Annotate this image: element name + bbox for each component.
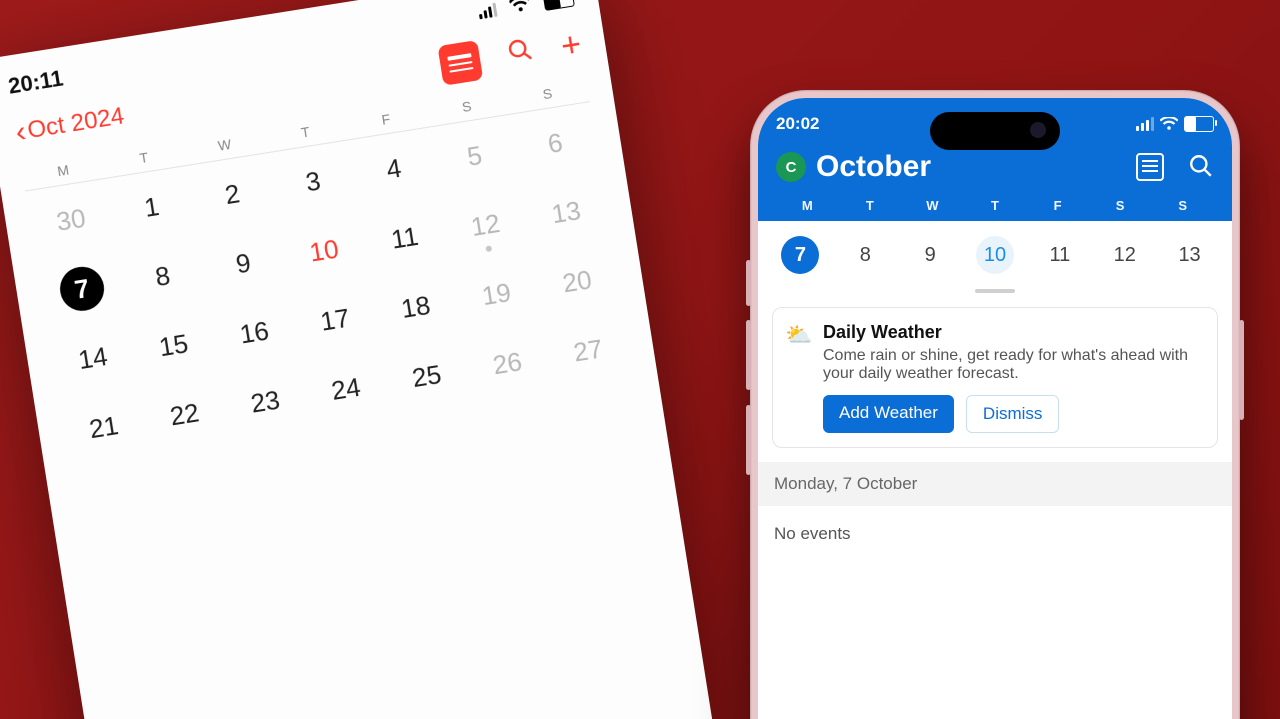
calendar-day[interactable]: 20 bbox=[531, 240, 623, 322]
calendar-day[interactable]: 10 bbox=[278, 210, 370, 292]
calendar-day[interactable]: 4 bbox=[348, 128, 440, 210]
battery-icon bbox=[543, 0, 575, 11]
calendar-day[interactable]: 27 bbox=[542, 309, 634, 391]
add-event-button[interactable]: + bbox=[558, 25, 584, 67]
search-button[interactable] bbox=[505, 35, 536, 72]
outlook-date-strip[interactable]: 78910111213 bbox=[758, 221, 1232, 283]
calendar-day[interactable]: 23 bbox=[219, 361, 311, 443]
calendar-day[interactable]: 15 bbox=[128, 304, 220, 386]
calendar-day[interactable]: 1 bbox=[106, 166, 198, 248]
card-body: Come rain or shine, get ready for what's… bbox=[823, 347, 1203, 383]
signal-icon bbox=[478, 3, 498, 20]
weekday: T bbox=[964, 198, 1027, 213]
volume-down-button bbox=[746, 405, 751, 475]
calendar-day[interactable]: 7 bbox=[36, 248, 128, 330]
ios-time: 20:11 bbox=[7, 65, 65, 99]
month-title[interactable]: October bbox=[816, 150, 931, 184]
calendar-day[interactable]: 19 bbox=[451, 253, 543, 335]
date-cell[interactable]: 9 bbox=[898, 235, 963, 275]
calendar-day[interactable]: 18 bbox=[370, 266, 462, 348]
date-cell[interactable]: 12 bbox=[1092, 235, 1157, 275]
dynamic-island bbox=[930, 112, 1060, 150]
calendar-day[interactable]: 26 bbox=[462, 322, 554, 404]
calendar-day[interactable]: 12 bbox=[440, 184, 532, 266]
weekday: F bbox=[1026, 198, 1089, 213]
ios-calendar-screenshot: 20:11 ‹ Oct 2024 + M bbox=[0, 0, 714, 719]
wifi-icon bbox=[1160, 117, 1178, 131]
day-section-header: Monday, 7 October bbox=[758, 462, 1232, 506]
calendar-day[interactable]: 9 bbox=[197, 222, 289, 304]
calendar-day[interactable]: 13 bbox=[520, 171, 612, 253]
date-cell[interactable]: 11 bbox=[1027, 235, 1092, 275]
calendar-day[interactable]: 24 bbox=[300, 348, 392, 430]
account-avatar[interactable]: C bbox=[776, 152, 806, 182]
agenda-view-button[interactable] bbox=[1136, 153, 1164, 181]
date-cell[interactable]: 8 bbox=[833, 235, 898, 275]
weekday: W bbox=[901, 198, 964, 213]
signal-icon bbox=[1136, 117, 1154, 131]
calendar-day[interactable]: 25 bbox=[381, 335, 473, 417]
weekday: S bbox=[1089, 198, 1152, 213]
ios-status-icons bbox=[469, 0, 575, 26]
wifi-icon bbox=[509, 0, 538, 19]
list-view-button[interactable] bbox=[438, 40, 484, 86]
weekday: S bbox=[1151, 198, 1214, 213]
weather-icon: ⛅ bbox=[785, 322, 812, 348]
calendar-day[interactable]: 17 bbox=[289, 279, 381, 361]
weather-card: ⛅ Daily Weather Come rain or shine, get … bbox=[772, 307, 1218, 448]
calendar-day[interactable]: 16 bbox=[208, 291, 300, 373]
weekday: T bbox=[839, 198, 902, 213]
add-weather-button[interactable]: Add Weather bbox=[823, 395, 954, 433]
drag-handle[interactable] bbox=[975, 289, 1015, 293]
back-label: Oct 2024 bbox=[26, 102, 127, 145]
iphone-device-frame: 20:02 C October M T bbox=[750, 90, 1240, 719]
calendar-day[interactable]: 3 bbox=[267, 140, 359, 222]
calendar-day[interactable]: 2 bbox=[187, 153, 279, 235]
back-button[interactable]: ‹ Oct 2024 bbox=[13, 99, 126, 150]
outlook-time: 20:02 bbox=[776, 114, 819, 134]
power-button bbox=[1239, 320, 1244, 420]
calendar-day[interactable]: 22 bbox=[139, 373, 231, 455]
card-title: Daily Weather bbox=[823, 322, 1203, 343]
calendar-day[interactable]: 6 bbox=[509, 102, 601, 184]
calendar-day[interactable]: 14 bbox=[47, 317, 139, 399]
calendar-day[interactable]: 8 bbox=[117, 235, 209, 317]
date-cell[interactable]: 13 bbox=[1157, 235, 1222, 275]
date-cell[interactable]: 10 bbox=[963, 235, 1028, 275]
calendar-day[interactable]: 30 bbox=[25, 179, 117, 261]
calendar-day[interactable]: 5 bbox=[429, 115, 521, 197]
date-cell[interactable]: 7 bbox=[768, 235, 833, 275]
weekday: M bbox=[776, 198, 839, 213]
mute-switch bbox=[746, 260, 751, 306]
battery-icon bbox=[1184, 116, 1214, 132]
search-button[interactable] bbox=[1188, 153, 1214, 179]
dismiss-button[interactable]: Dismiss bbox=[966, 395, 1060, 433]
outlook-weekday-header: M T W T F S S bbox=[776, 198, 1214, 213]
calendar-day[interactable]: 11 bbox=[359, 197, 451, 279]
no-events-label: No events bbox=[758, 506, 1232, 562]
calendar-day[interactable]: 21 bbox=[58, 386, 150, 468]
volume-up-button bbox=[746, 320, 751, 390]
